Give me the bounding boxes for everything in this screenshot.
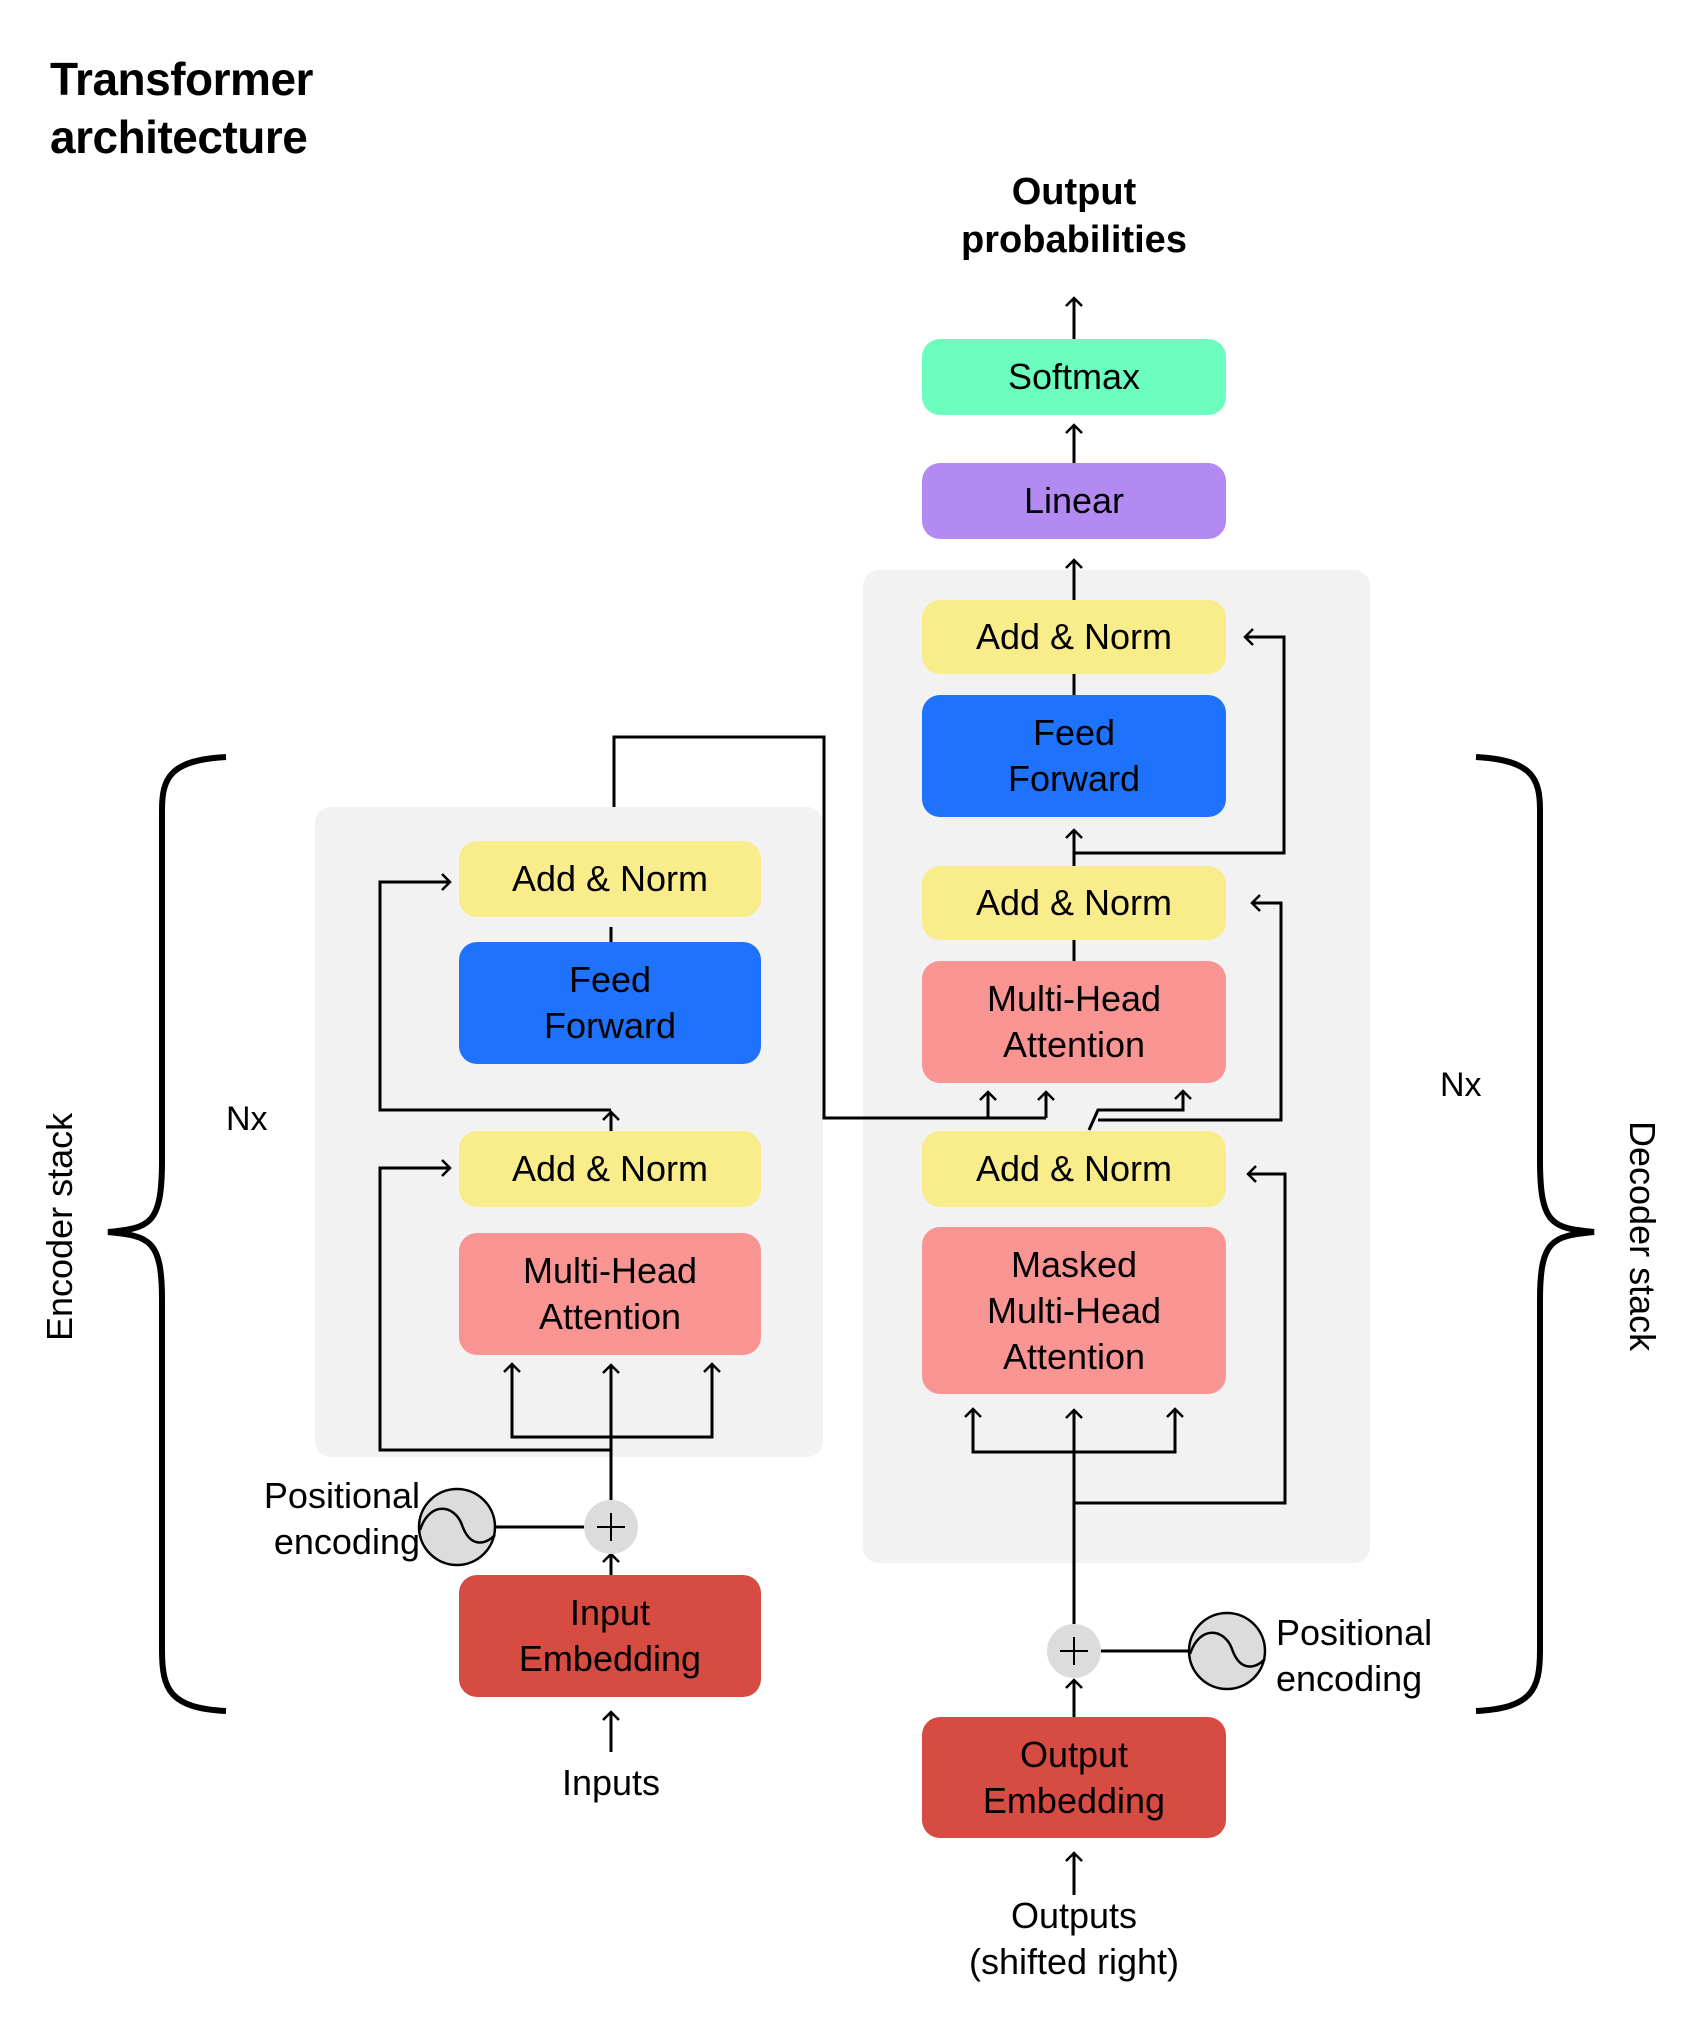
decoder-add-norm-middle[interactable]: Add & Norm <box>922 866 1226 940</box>
decoder-positional-encoding-label: Positional encoding <box>1276 1612 1433 1699</box>
softmax-block[interactable]: Softmax <box>922 339 1226 415</box>
inputs-label: Inputs <box>561 1762 661 1803</box>
encoder-brace <box>107 754 227 1714</box>
decoder-masked-attention[interactable]: Masked Multi-Head Attention <box>922 1227 1226 1394</box>
encoder-add-norm-bottom[interactable]: Add & Norm <box>459 1131 761 1207</box>
encoder-add-norm-top[interactable]: Add & Norm <box>459 841 761 917</box>
connection-lines <box>107 296 1595 1895</box>
encoder-stack-label: Encoder stack <box>39 1112 80 1341</box>
output-probabilities-label: Output probabilities <box>961 171 1187 261</box>
output-embedding-block[interactable]: Output Embedding <box>922 1717 1226 1838</box>
decoder-cross-attention[interactable]: Multi-Head Attention <box>922 961 1226 1083</box>
encoder-multi-head-attention[interactable]: Multi-Head Attention <box>459 1233 761 1355</box>
encoder-positional-sine-icon <box>417 1487 497 1567</box>
encoder-repeat-label: Nx <box>226 1100 268 1138</box>
linear-block[interactable]: Linear <box>922 463 1226 539</box>
decoder-add-norm-top[interactable]: Add & Norm <box>922 600 1226 674</box>
encoder-positional-encoding-label: Positional encoding <box>263 1475 420 1562</box>
outputs-shifted-right-label: Outputs (shifted right) <box>968 1895 1180 1982</box>
decoder-positional-sine-icon <box>1187 1611 1267 1691</box>
input-embedding-block[interactable]: Input Embedding <box>459 1575 761 1697</box>
encoder-plus-icon <box>584 1500 638 1554</box>
decoder-brace <box>1475 754 1595 1714</box>
decoder-add-norm-bottom[interactable]: Add & Norm <box>922 1131 1226 1207</box>
decoder-feed-forward[interactable]: Feed Forward <box>922 695 1226 817</box>
decoder-repeat-label: Nx <box>1440 1066 1482 1104</box>
residual-cross-attn <box>1087 1089 1192 1131</box>
decoder-stack-label: Decoder stack <box>1622 1121 1663 1352</box>
decoder-plus-icon <box>1047 1624 1101 1678</box>
encoder-feed-forward[interactable]: Feed Forward <box>459 942 761 1064</box>
